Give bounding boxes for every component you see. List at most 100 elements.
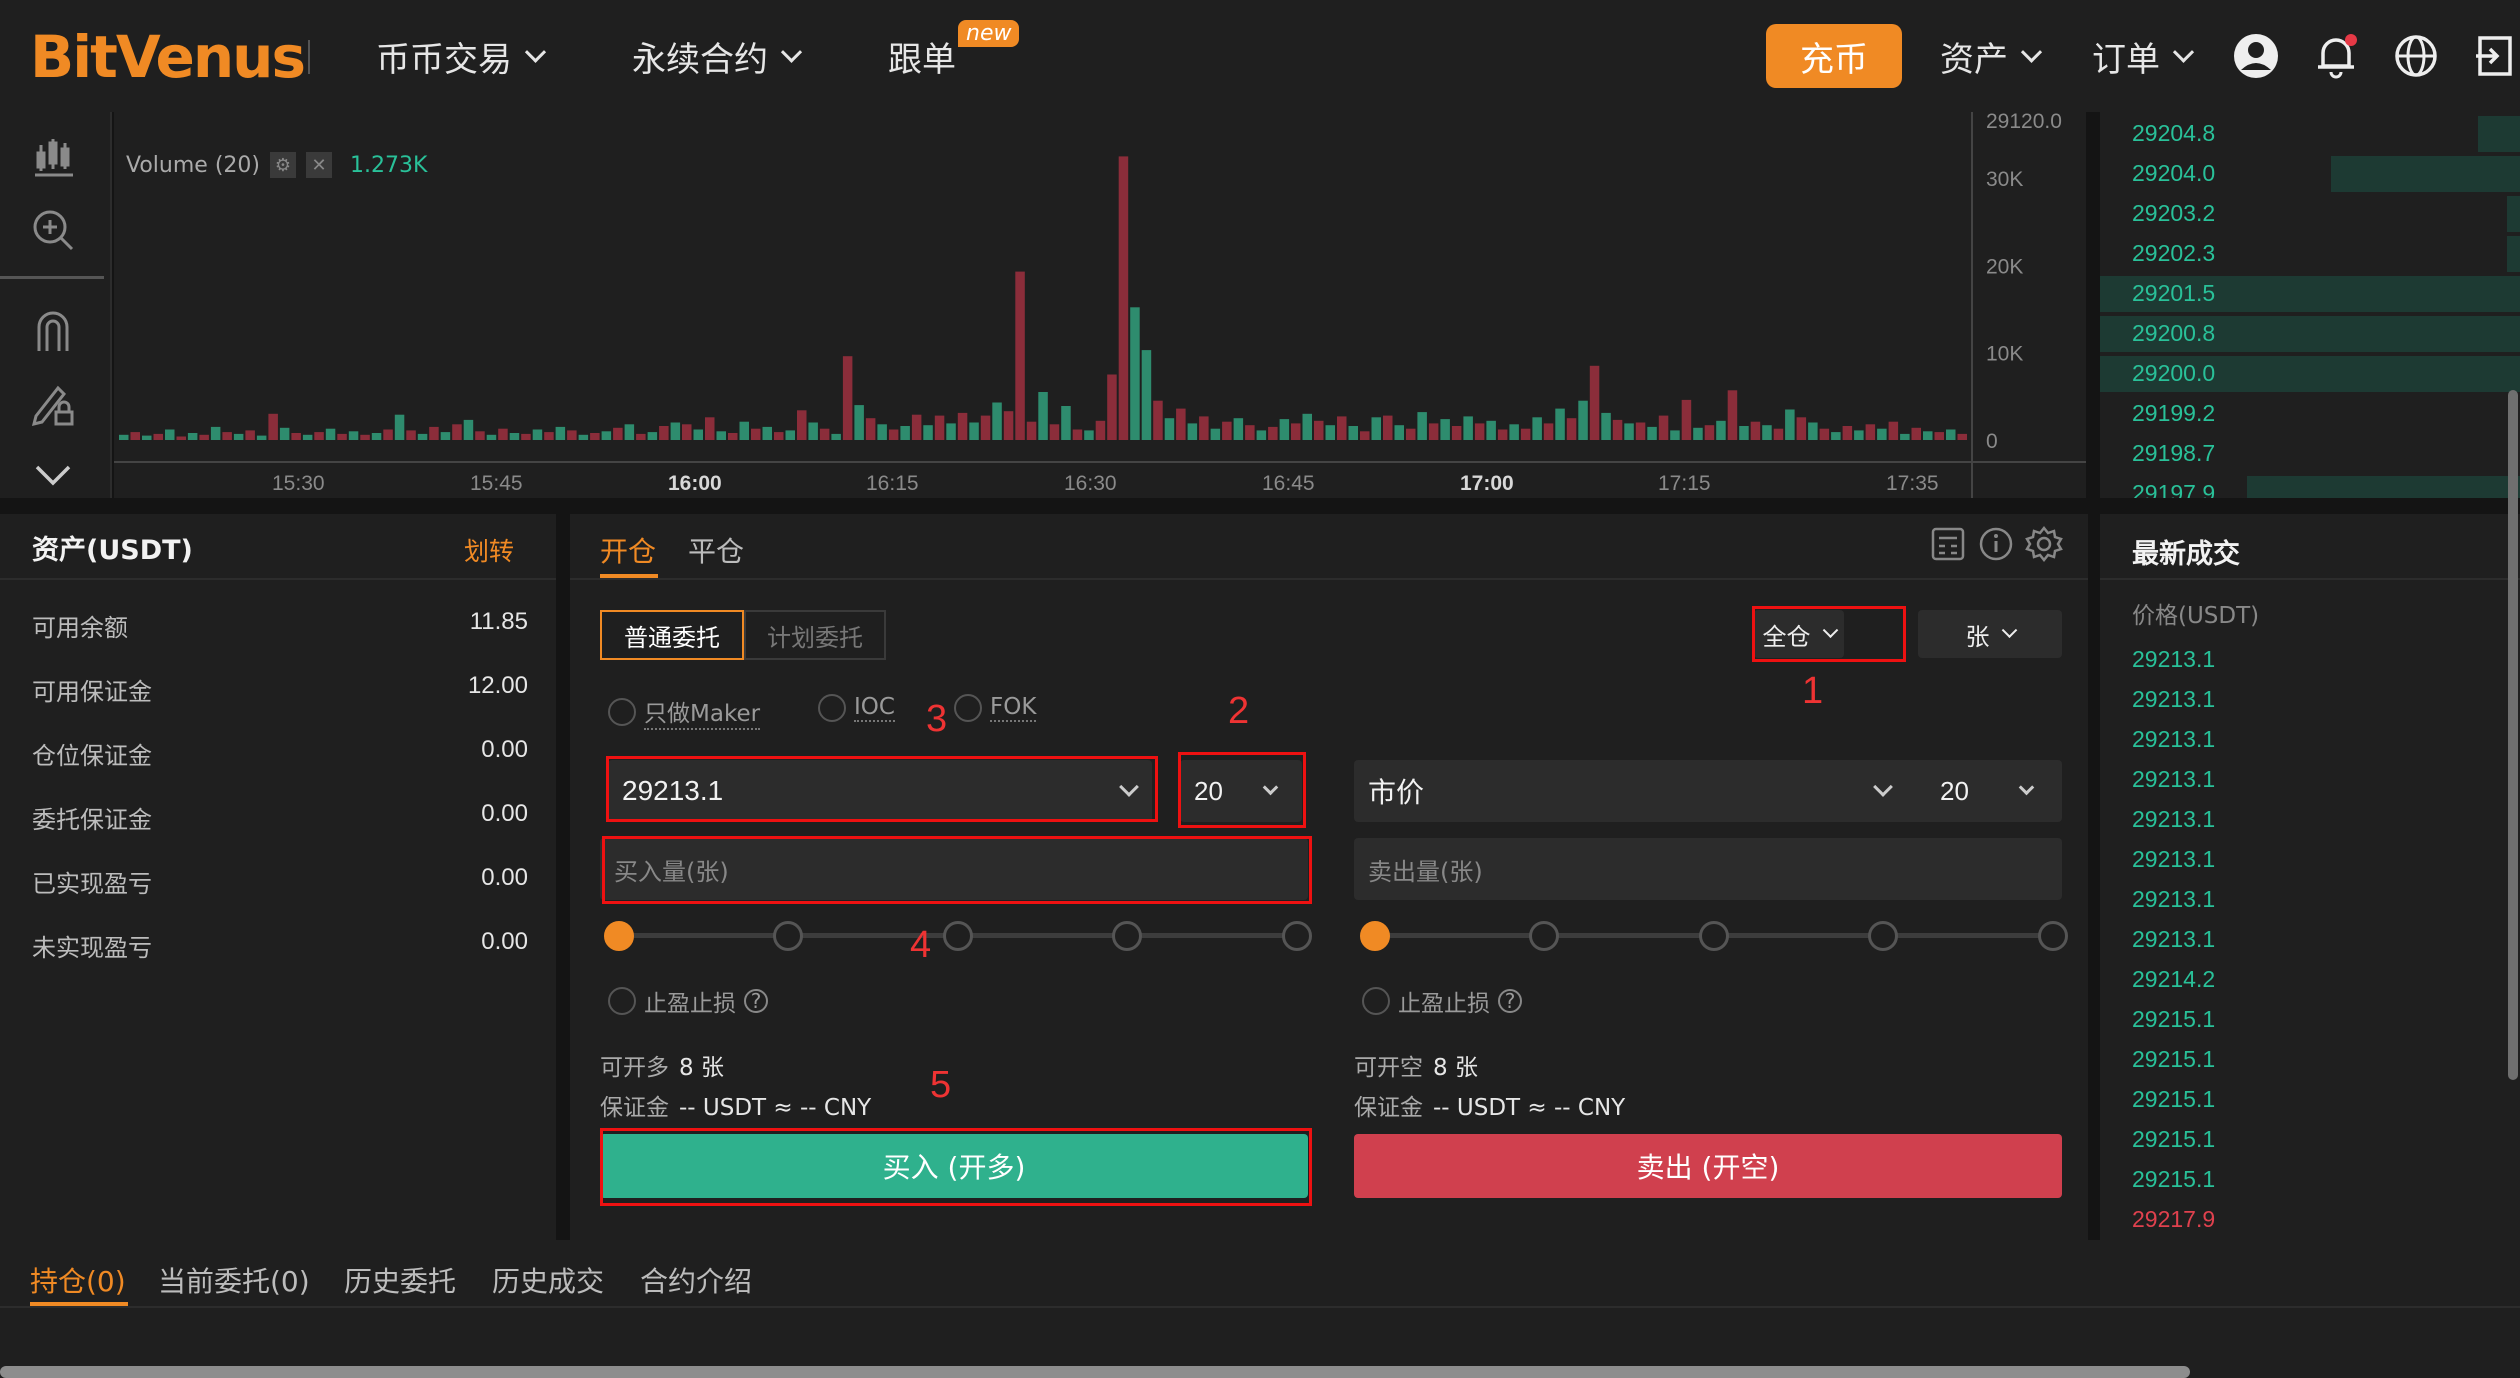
nav-perpetual[interactable]: 永续合约 [632, 32, 803, 80]
unit-select[interactable]: 张 [1918, 610, 2062, 658]
latest-trades-title: 最新成交 [2132, 539, 2240, 570]
tab-open-position[interactable]: 开仓 [600, 530, 656, 570]
nav-assets[interactable]: 资产 [1940, 32, 2043, 80]
volume-bar [1865, 424, 1876, 440]
nav-copy-trading[interactable]: 跟单 [888, 32, 956, 80]
volume-bar [1888, 421, 1899, 440]
trade-price: 29213.1 [2132, 806, 2216, 832]
buy-open-long-button[interactable]: 买入 (开多) [600, 1134, 1308, 1198]
deposit-button[interactable]: 充币 [1766, 24, 1902, 88]
indicator-icon[interactable] [22, 130, 84, 186]
buy-leverage-select[interactable]: 20 [1180, 760, 1302, 822]
y-tick-label: 30K [1986, 168, 2023, 191]
nav-orders[interactable]: 订单 [2092, 32, 2195, 80]
sell-price-type-select[interactable]: 市价 20 [1354, 760, 2062, 822]
orderbook-row[interactable]: 29199.2 [2100, 394, 2520, 434]
volume-bar [1532, 417, 1542, 440]
tab-positions[interactable]: 持仓(0) [30, 1260, 126, 1300]
buy-amount-input[interactable]: 买入量(张) [600, 838, 1308, 900]
orderbook-row[interactable]: 29198.7 [2100, 434, 2520, 474]
help-icon[interactable]: ? [744, 989, 768, 1013]
info-icon[interactable] [1976, 524, 2016, 564]
asset-row: 委托保证金 0.00 [32, 800, 528, 840]
ioc-option[interactable]: IOC [818, 694, 895, 722]
sell-tpsl-option[interactable]: 止盈止损 ? [1362, 984, 1522, 1018]
tab-open-orders[interactable]: 当前委托(0) [158, 1260, 310, 1300]
orderbook-row[interactable]: 29200.8 [2100, 314, 2520, 354]
zoom-in-icon[interactable] [22, 202, 84, 258]
sell-amount-input[interactable]: 卖出量(张) [1354, 838, 2062, 900]
sell-leverage-value[interactable]: 20 [1940, 776, 1969, 807]
order-type-plan[interactable]: 计划委托 [744, 610, 886, 660]
orderbook-row[interactable]: 29202.3 [2100, 234, 2520, 274]
tab-contract-info[interactable]: 合约介绍 [640, 1260, 752, 1300]
slider-node[interactable] [1360, 921, 1390, 951]
sell-percent-slider[interactable] [1360, 920, 2068, 951]
volume-bar [325, 428, 336, 440]
annotation-number-1: 1 [1802, 670, 1824, 712]
calculator-icon[interactable] [1928, 524, 1968, 564]
horizontal-scrollbar[interactable] [0, 1366, 2190, 1378]
buy-price-input[interactable]: 29213.1 [608, 760, 1152, 822]
slider-node[interactable] [1112, 921, 1142, 951]
slider-node[interactable] [1699, 921, 1729, 951]
maker-only-option[interactable]: 只做Maker [608, 694, 761, 730]
globe-icon[interactable] [2390, 30, 2442, 82]
slider-node[interactable] [1868, 921, 1898, 951]
margin-mode-select[interactable]: 全仓 [1754, 610, 1844, 658]
slider-node[interactable] [773, 921, 803, 951]
asset-value: 11.85 [469, 608, 528, 635]
buy-margin-value: -- USDT ≈ -- CNY [679, 1095, 872, 1121]
slider-node[interactable] [2038, 921, 2068, 951]
fok-option[interactable]: FOK [954, 694, 1037, 722]
slider-node[interactable] [604, 921, 634, 951]
volume-bar [1578, 400, 1588, 440]
asset-row: 仓位保证金 0.00 [32, 736, 528, 776]
orderbook-row[interactable]: 29203.2 [2100, 194, 2520, 234]
orderbook-row[interactable]: 29204.0 [2100, 154, 2520, 194]
slider-node[interactable] [1282, 921, 1312, 951]
chevron-down-icon[interactable] [22, 448, 84, 504]
sell-open-short-button[interactable]: 卖出 (开空) [1354, 1134, 2062, 1198]
magnet-icon[interactable] [22, 304, 84, 360]
volume-chart[interactable]: 29120.0 30K 20K 10K 0 15:30 15:45 16:00 16:15 16:… [114, 112, 2086, 498]
order-type-normal[interactable]: 普通委托 [600, 610, 744, 660]
orderbook-row[interactable]: 29201.5 [2100, 274, 2520, 314]
volume-bar [1210, 428, 1221, 440]
vertical-scrollbar[interactable] [2508, 390, 2518, 1080]
gear-icon[interactable]: ⚙ [269, 152, 296, 178]
logout-icon[interactable] [2468, 30, 2520, 82]
buy-percent-slider[interactable] [604, 920, 1312, 951]
x-tick-label: 16:45 [1262, 472, 1315, 495]
slider-node[interactable] [1529, 921, 1559, 951]
asset-row: 未实现盈亏 0.00 [32, 928, 528, 968]
tab-order-history[interactable]: 历史委托 [344, 1260, 456, 1300]
bell-icon[interactable] [2310, 30, 2362, 82]
buy-tpsl-option[interactable]: 止盈止损 ? [608, 984, 768, 1018]
orderbook-row[interactable]: 29197.9 [2100, 474, 2520, 498]
bitvenus-logo[interactable]: BitVenus [30, 22, 306, 92]
asset-label: 可用余额 [32, 614, 128, 642]
transfer-link[interactable]: 划转 [464, 532, 514, 568]
orderbook-row[interactable]: 29200.0 [2100, 354, 2520, 394]
trade-price: 29215.1 [2132, 1166, 2216, 1192]
volume-bar [1670, 430, 1680, 440]
orderbook-row[interactable]: 29204.8 [2100, 114, 2520, 154]
x-tick-label: 16:30 [1064, 472, 1117, 495]
slider-node[interactable] [943, 921, 973, 951]
nav-spot-trading[interactable]: 币币交易 [376, 32, 547, 80]
volume-bar [233, 433, 244, 440]
settings-gear-icon[interactable] [2024, 524, 2064, 564]
draw-lock-icon[interactable] [22, 376, 84, 432]
volume-bar [1199, 416, 1209, 440]
asset-label: 已实现盈亏 [32, 870, 152, 898]
volume-bar [601, 431, 612, 440]
chevron-down-icon [1262, 779, 1279, 796]
close-icon[interactable]: ✕ [305, 152, 332, 178]
tab-close-position[interactable]: 平仓 [688, 530, 744, 570]
tab-trade-history[interactable]: 历史成交 [492, 1260, 604, 1300]
volume-bar [682, 424, 692, 440]
user-avatar-icon[interactable] [2230, 30, 2282, 82]
help-icon[interactable]: ? [1498, 989, 1522, 1013]
trade-price: 29215.1 [2132, 1046, 2216, 1072]
